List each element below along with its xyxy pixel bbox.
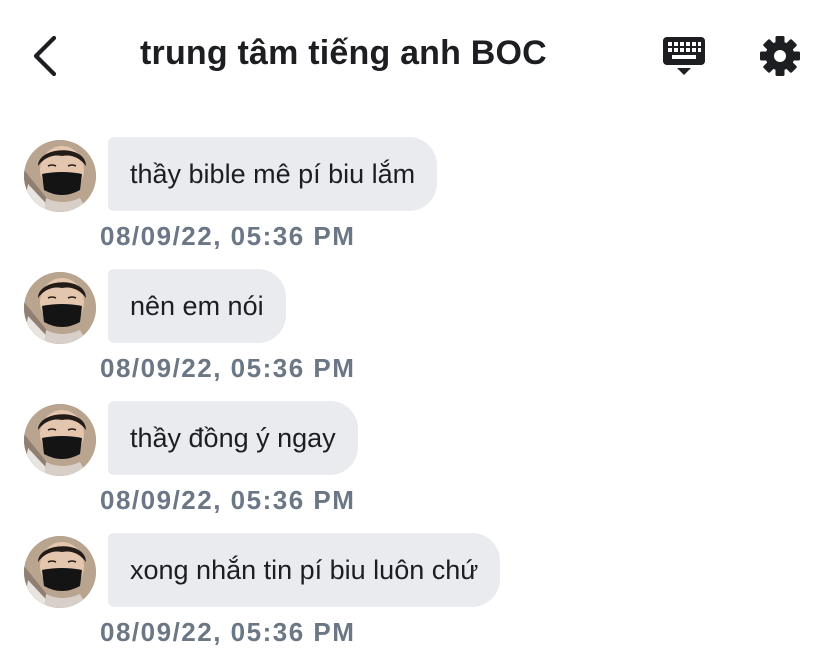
message-bubble[interactable]: nên em nói [108,269,286,343]
message-row: thầy bible mê pí biu lắm 08/09/22, 05:36… [0,137,828,267]
profile-photo-icon [24,272,96,344]
avatar[interactable] [24,140,96,212]
message-row: xong nhắn tin pí biu luôn chứ 08/09/22, … [0,533,828,663]
message-timestamp: 08/09/22, 05:36 PM [100,617,356,647]
message-bubble[interactable]: xong nhắn tin pí biu luôn chứ [108,533,501,607]
avatar[interactable] [24,536,96,608]
message-row: nên em nói 08/09/22, 05:36 PM [0,269,828,399]
avatar[interactable] [24,404,96,476]
message-timestamp: 08/09/22, 05:36 PM [100,353,356,383]
message-list: thầy bible mê pí biu lắm 08/09/22, 05:36… [0,0,828,653]
message-bubble[interactable]: thầy bible mê pí biu lắm [108,137,438,211]
profile-photo-icon [24,140,96,212]
message-timestamp: 08/09/22, 05:36 PM [100,485,356,515]
message-row: thầy đồng ý ngay 08/09/22, 05:36 PM [0,401,828,531]
message-bubble[interactable]: thầy đồng ý ngay [108,401,358,475]
profile-photo-icon [24,404,96,476]
message-timestamp: 08/09/22, 05:36 PM [100,221,356,251]
avatar[interactable] [24,272,96,344]
profile-photo-icon [24,536,96,608]
